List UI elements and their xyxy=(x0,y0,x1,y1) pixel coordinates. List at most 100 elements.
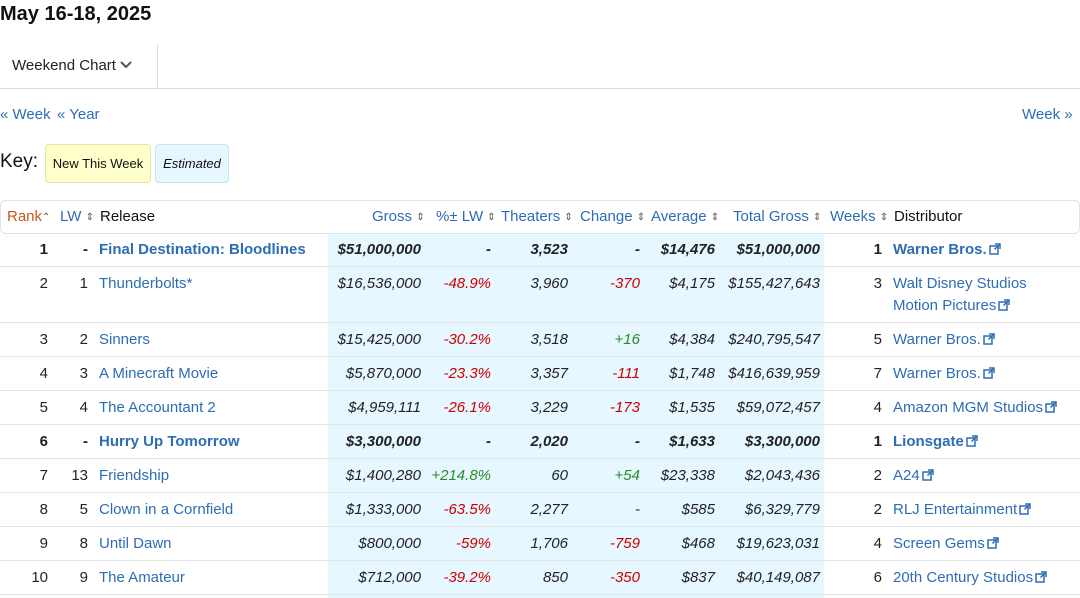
table-row: 7 13 Friendship $1,400,280 +214.8% 60 +54 $23,3… xyxy=(0,459,1080,493)
col-gross-header[interactable]: Gross ⇕ xyxy=(372,208,425,225)
col-distributor-header[interactable]: Distributor xyxy=(894,208,962,225)
distributor-link[interactable]: Motion Pictures xyxy=(893,297,996,314)
col-pct-lw-header[interactable]: %± LW ⇕ xyxy=(436,208,496,225)
rank-cell: 1 xyxy=(39,241,48,258)
release-link[interactable]: Hurry Up Tomorrow xyxy=(99,433,240,450)
lw-cell: 5 xyxy=(79,501,88,518)
external-link-icon xyxy=(1035,571,1047,583)
distributor-link[interactable]: RLJ Entertainment xyxy=(893,501,1017,518)
distributor-link[interactable]: Lionsgate xyxy=(893,433,964,450)
total-gross-cell: $6,329,779 xyxy=(744,501,820,518)
theaters-cell: 3,960 xyxy=(530,275,568,292)
col-weeks-header[interactable]: Weeks ⇕ xyxy=(830,208,888,225)
chart-type-dropdown[interactable]: Weekend Chart xyxy=(0,44,158,88)
total-gross-cell: $2,043,436 xyxy=(744,467,820,484)
rank-cell: 9 xyxy=(39,535,48,552)
col-total-gross-header[interactable]: Total Gross ⇕ xyxy=(733,208,821,225)
lw-cell: 3 xyxy=(79,365,88,382)
pct-lw-cell: -63.5% xyxy=(443,501,491,518)
total-gross-cell: $416,639,959 xyxy=(728,365,820,382)
release-link[interactable]: The Amateur xyxy=(99,569,185,586)
rank-cell: 2 xyxy=(39,275,48,292)
weeks-cell: 6 xyxy=(873,569,882,586)
sort-up-icon: ⌃ xyxy=(42,212,51,223)
average-cell: $468 xyxy=(681,535,715,552)
release-link[interactable]: A Minecraft Movie xyxy=(99,365,218,382)
col-average-header[interactable]: Average ⇕ xyxy=(651,208,719,225)
weeks-cell: 4 xyxy=(873,399,882,416)
distributor-link[interactable]: Screen Gems xyxy=(893,535,985,552)
pct-lw-cell: -26.1% xyxy=(443,399,491,416)
theaters-cell: 850 xyxy=(542,569,568,586)
weeks-cell: 2 xyxy=(873,501,882,518)
distributor-link[interactable]: A24 xyxy=(893,467,920,484)
weeks-cell: 1 xyxy=(873,241,882,258)
gross-cell: $16,536,000 xyxy=(337,275,421,292)
average-cell: $837 xyxy=(681,569,715,586)
rank-cell: 4 xyxy=(39,365,48,382)
distributor-link[interactable]: 20th Century Studios xyxy=(893,569,1033,586)
change-cell: -111 xyxy=(612,365,640,382)
weeks-cell: 7 xyxy=(873,365,882,382)
external-link-icon xyxy=(983,367,995,379)
col-rank-header[interactable]: Rank⌃ xyxy=(7,208,50,225)
sort-icon: ⇕ xyxy=(416,212,425,223)
gross-cell: $1,333,000 xyxy=(345,501,421,518)
change-cell: - xyxy=(635,241,640,258)
change-cell: -350 xyxy=(609,569,640,586)
gross-cell: $15,425,000 xyxy=(337,331,421,348)
pct-lw-cell: -39.2% xyxy=(443,569,491,586)
chart-toolbar: Weekend Chart xyxy=(0,44,1080,89)
rank-cell: 5 xyxy=(39,399,48,416)
release-link[interactable]: Sinners xyxy=(99,331,150,348)
release-link[interactable]: Final Destination: Bloodlines xyxy=(99,241,306,258)
rank-cell: 7 xyxy=(39,467,48,484)
sort-icon: ⇕ xyxy=(879,212,889,223)
distributor-link[interactable]: Warner Bros. xyxy=(893,241,987,258)
release-link[interactable]: The Accountant 2 xyxy=(99,399,216,416)
change-cell: -759 xyxy=(609,535,640,552)
release-link[interactable]: Clown in a Cornfield xyxy=(99,501,233,518)
next-week-link[interactable]: Week » xyxy=(1022,106,1073,123)
change-cell: -173 xyxy=(609,399,640,416)
release-link[interactable]: Until Dawn xyxy=(99,535,172,552)
theaters-cell: 3,523 xyxy=(530,241,568,258)
table-header: Rank⌃ LW ⇕ Release Gross ⇕ %± LW ⇕ Theat… xyxy=(0,200,1080,234)
lw-cell: 1 xyxy=(79,275,88,292)
col-change-header[interactable]: Change ⇕ xyxy=(580,208,645,225)
external-link-icon xyxy=(1019,503,1031,515)
average-cell: $1,633 xyxy=(669,433,715,450)
lw-cell: 2 xyxy=(79,331,88,348)
pct-lw-cell: - xyxy=(486,433,491,450)
distributor-link[interactable]: Warner Bros. xyxy=(893,331,981,348)
release-link[interactable]: Thunderbolts* xyxy=(99,275,192,292)
distributor-cell: Warner Bros. xyxy=(893,329,995,351)
theaters-cell: 60 xyxy=(551,467,568,484)
gross-cell: $800,000 xyxy=(358,535,421,552)
col-theaters-header[interactable]: Theaters ⇕ xyxy=(501,208,573,225)
distributor-link[interactable]: Amazon MGM Studios xyxy=(893,399,1043,416)
pct-lw-cell: -59% xyxy=(455,535,491,552)
lw-cell: - xyxy=(83,433,88,450)
rank-cell: 3 xyxy=(39,331,48,348)
total-gross-cell: $40,149,087 xyxy=(736,569,820,586)
lw-cell: 4 xyxy=(79,399,88,416)
sort-icon: ⇕ xyxy=(487,212,496,223)
distributor-link[interactable]: Walt Disney Studios xyxy=(893,275,1027,292)
change-cell: -370 xyxy=(609,275,640,292)
prev-week-link[interactable]: « Week xyxy=(0,106,51,123)
average-cell: $14,476 xyxy=(660,241,715,258)
col-lw-header[interactable]: LW ⇕ xyxy=(60,208,94,225)
pct-lw-cell: +214.8% xyxy=(431,467,491,484)
average-cell: $23,338 xyxy=(660,467,715,484)
distributor-link[interactable]: Warner Bros. xyxy=(893,365,981,382)
lw-cell: - xyxy=(83,241,88,258)
pct-lw-cell: -48.9% xyxy=(443,275,491,292)
col-release-header[interactable]: Release xyxy=(100,208,155,225)
weeks-cell: 3 xyxy=(873,275,882,292)
prev-year-link[interactable]: « Year xyxy=(57,106,100,123)
external-link-icon xyxy=(1045,401,1057,413)
pct-lw-cell: -23.3% xyxy=(443,365,491,382)
release-link[interactable]: Friendship xyxy=(99,467,169,484)
distributor-cell: Walt Disney Studios Motion Pictures xyxy=(893,273,1027,317)
